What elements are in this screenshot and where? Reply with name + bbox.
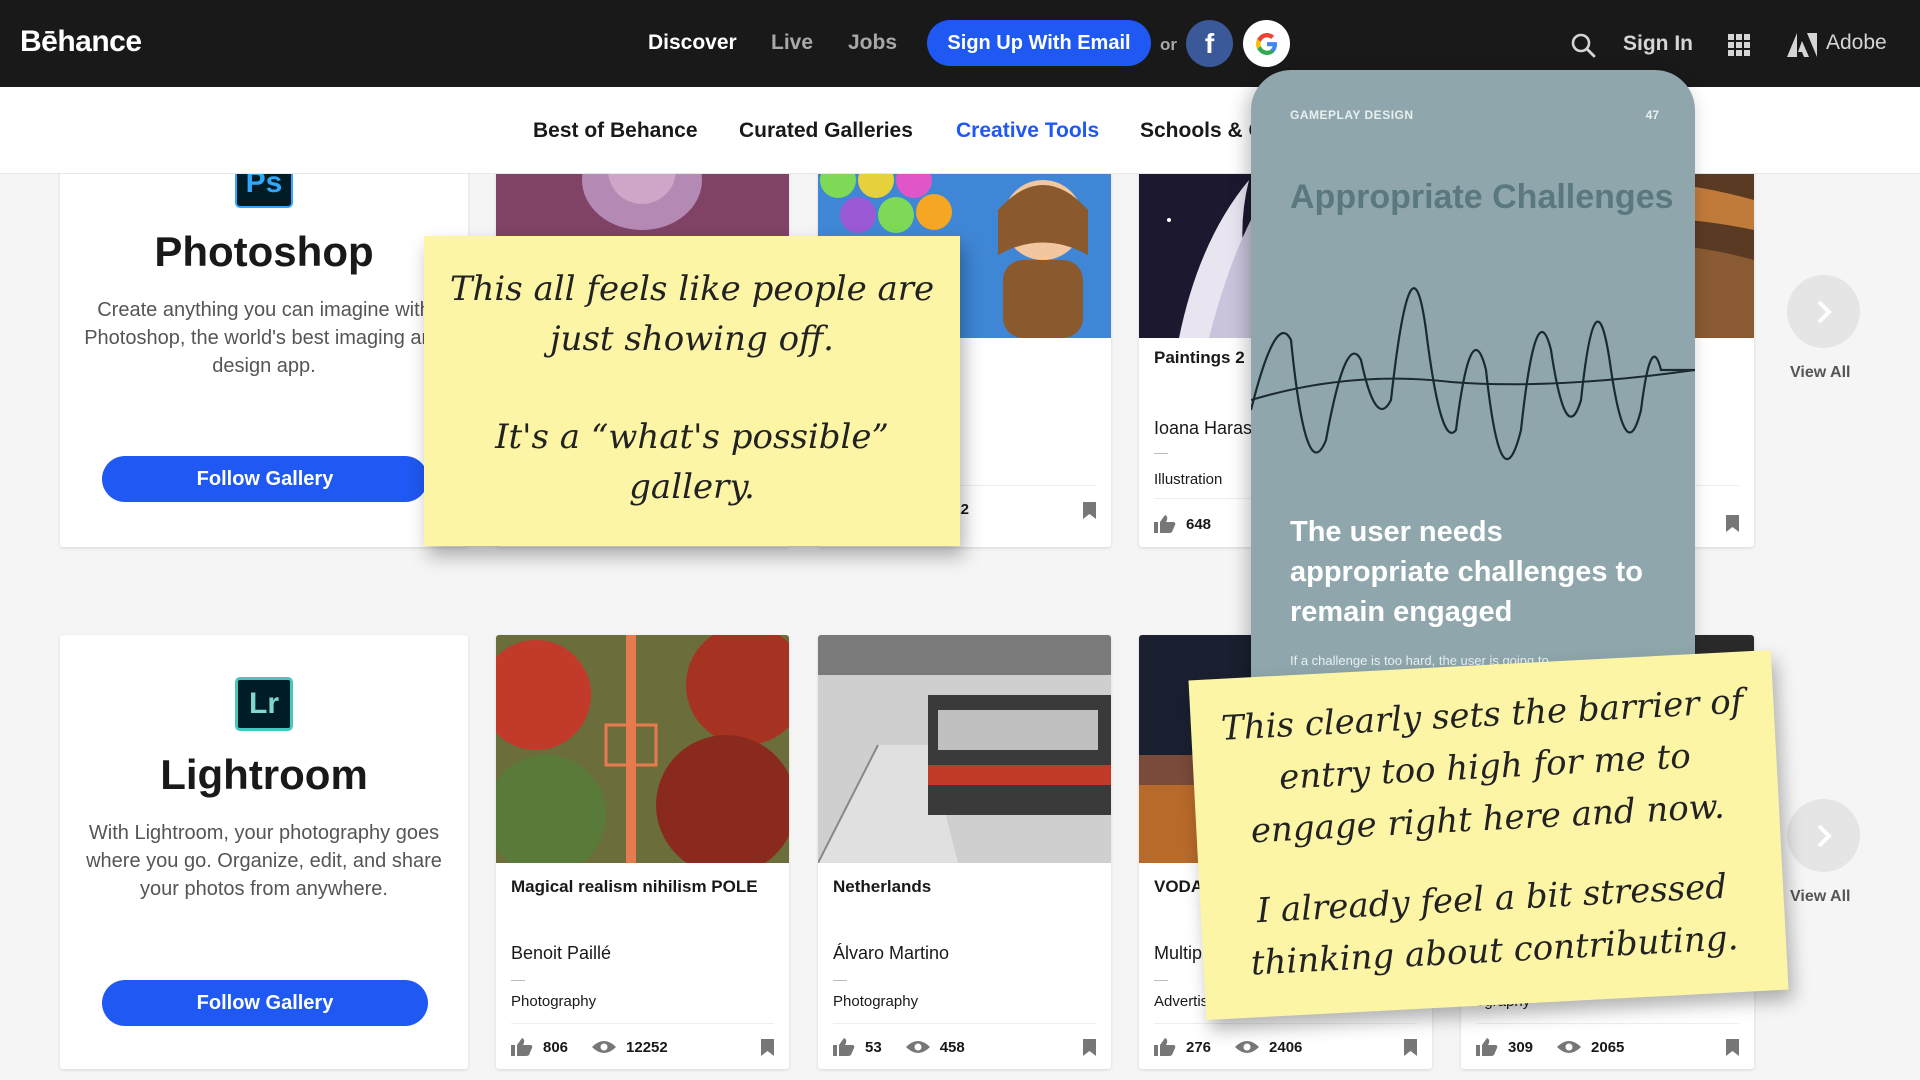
eye-icon [1235, 1041, 1260, 1053]
likes-count: 276 [1186, 1038, 1212, 1056]
phone-mockup-overlay: GAMEPLAY DESIGN 47 Appropriate Challenge… [1251, 70, 1695, 690]
project-stats: 806 12252 [511, 1038, 668, 1056]
view-all-arrow-button[interactable] [1787, 275, 1860, 348]
gallery-title: Photoshop [154, 228, 374, 275]
follow-gallery-button[interactable]: Follow Gallery [102, 456, 428, 502]
thumbs-up-icon [1154, 1038, 1176, 1056]
sticky-note: This clearly sets the barrier of entry t… [1188, 649, 1789, 1021]
apps-grid-icon[interactable] [1728, 34, 1750, 56]
project-category[interactable]: Illustration [1154, 471, 1222, 488]
bookmark-icon[interactable] [1083, 1039, 1096, 1056]
project-category[interactable]: Photography [511, 993, 596, 1010]
note-line: This all feels like people are [449, 269, 935, 309]
views-count: 12252 [626, 1038, 668, 1056]
adobe-logo-icon[interactable] [1787, 33, 1817, 57]
subnav-curated-galleries[interactable]: Curated Galleries [739, 119, 913, 143]
gallery-title: Lightroom [160, 751, 368, 798]
divider [1154, 980, 1168, 981]
sticky-note: This all feels like people are just show… [424, 236, 960, 546]
divider [833, 980, 847, 981]
project-author[interactable]: Multipl [1154, 943, 1206, 964]
thumbs-up-icon [511, 1038, 533, 1056]
google-icon [1255, 32, 1277, 55]
views-count: 458 [939, 1038, 965, 1056]
divider [511, 1023, 774, 1024]
photoshop-gallery-card: Ps Photoshop Create anything you can ima… [60, 160, 468, 547]
project-title[interactable]: Magical realism nihilism POLE [511, 875, 776, 899]
facebook-icon: f [1204, 27, 1215, 59]
views-count: 2065 [1591, 1038, 1625, 1056]
nav-jobs[interactable]: Jobs [848, 31, 897, 55]
gallery-description: Create anything you can imagine with Pho… [84, 299, 444, 377]
view-all-arrow-button[interactable] [1787, 799, 1860, 872]
project-stats: 53 458 [833, 1038, 965, 1056]
subnav-schools[interactable]: Schools & C [1140, 119, 1264, 143]
note-line: just showing off. [550, 319, 834, 359]
facebook-login-button[interactable]: f [1186, 20, 1233, 67]
eye-icon [1557, 1041, 1582, 1053]
project-author[interactable]: Ioana Haras [1154, 418, 1252, 439]
chevron-right-icon [1817, 824, 1832, 847]
lightroom-app-icon: Lr [235, 677, 293, 731]
view-all-link[interactable]: View All [1790, 888, 1850, 906]
note-line: It's a “what's possible” [495, 417, 889, 457]
divider [1476, 1023, 1739, 1024]
bookmark-icon[interactable] [1083, 502, 1096, 519]
gallery-description: With Lightroom, your photography goes wh… [86, 822, 442, 900]
views-count: 2406 [1269, 1038, 1303, 1056]
bookmark-icon[interactable] [1404, 1039, 1417, 1056]
thumbs-up-icon [833, 1038, 855, 1056]
bookmark-icon[interactable] [761, 1039, 774, 1056]
phone-title: Appropriate Challenges [1290, 178, 1674, 216]
phone-page-number: 47 [1645, 108, 1659, 122]
subnav-creative-tools[interactable]: Creative Tools [956, 119, 1099, 143]
project-thumbnail[interactable] [818, 635, 1111, 863]
likes-count: 648 [1186, 515, 1212, 533]
adobe-label[interactable]: Adobe [1826, 31, 1887, 55]
project-card[interactable]: Netherlands Álvaro Martino Photography 5… [818, 635, 1111, 1069]
project-category[interactable]: Advertisi [1154, 993, 1212, 1010]
waveform-graphic [1251, 287, 1695, 461]
project-card[interactable]: Magical realism nihilism POLE Benoit Pai… [496, 635, 789, 1069]
google-login-button[interactable] [1243, 20, 1290, 67]
divider [1154, 453, 1168, 454]
project-title[interactable]: Netherlands [833, 875, 1098, 899]
project-author[interactable]: Álvaro Martino [833, 943, 949, 964]
phone-section-tag: GAMEPLAY DESIGN [1290, 108, 1414, 122]
or-label: or [1160, 35, 1177, 54]
project-thumbnail[interactable] [496, 635, 789, 863]
nav-discover[interactable]: Discover [648, 31, 737, 55]
subnav-best-of-behance[interactable]: Best of Behance [533, 119, 698, 143]
view-all-link[interactable]: View All [1790, 364, 1850, 382]
sign-up-email-button[interactable]: Sign Up With Email [927, 20, 1151, 66]
search-icon[interactable] [1570, 32, 1596, 58]
phone-headline: The user needs appropriate challenges to… [1290, 516, 1643, 628]
thumbs-up-icon [1476, 1038, 1498, 1056]
likes-count: 309 [1508, 1038, 1534, 1056]
nav-live[interactable]: Live [771, 31, 813, 55]
likes-count: 806 [543, 1038, 569, 1056]
behance-logo[interactable]: Bēhance [20, 25, 142, 59]
eye-icon [592, 1041, 617, 1053]
divider [511, 980, 525, 981]
project-stats: 309 2065 [1476, 1038, 1624, 1056]
bookmark-icon[interactable] [1726, 515, 1739, 532]
bookmark-icon[interactable] [1726, 1039, 1739, 1056]
chevron-right-icon [1817, 300, 1832, 323]
eye-icon [905, 1041, 930, 1053]
follow-gallery-button[interactable]: Follow Gallery [102, 980, 428, 1026]
likes-count: 53 [865, 1038, 882, 1056]
project-stats: 648 [1154, 515, 1211, 533]
divider [833, 1023, 1096, 1024]
project-category[interactable]: Photography [833, 993, 918, 1010]
project-author[interactable]: Benoit Paillé [511, 943, 611, 964]
thumbs-up-icon [1154, 515, 1176, 533]
project-stats: 276 2406 [1154, 1038, 1302, 1056]
sign-in-link[interactable]: Sign In [1623, 32, 1693, 56]
divider [1154, 1023, 1417, 1024]
lightroom-gallery-card: Lr Lightroom With Lightroom, your photog… [60, 635, 468, 1069]
note-line: gallery. [629, 467, 755, 507]
